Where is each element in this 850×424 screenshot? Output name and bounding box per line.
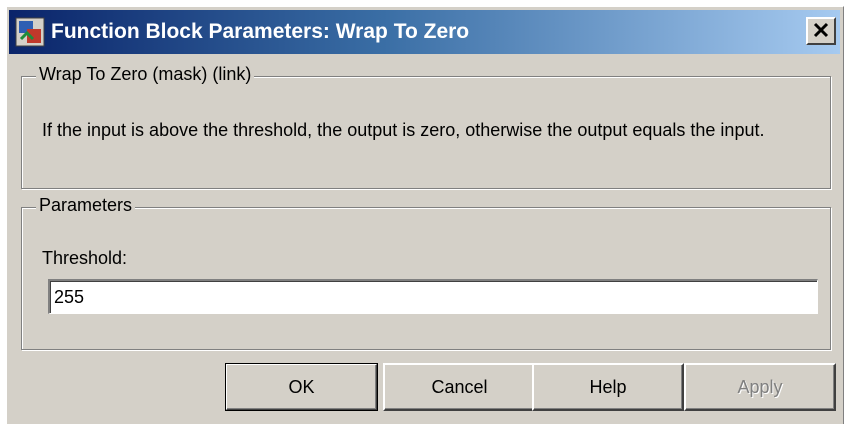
window-title: Function Block Parameters: Wrap To Zero [51,20,470,43]
simulink-block-icon [15,17,45,47]
dialog-window: Function Block Parameters: Wrap To Zero … [6,6,844,424]
title-bar[interactable]: Function Block Parameters: Wrap To Zero [9,10,840,54]
description-group: Wrap To Zero (mask) (link) If the input … [21,64,831,189]
cancel-button[interactable]: Cancel [383,363,536,411]
threshold-input[interactable] [48,279,818,314]
ok-button[interactable]: OK [225,363,378,411]
close-button[interactable] [806,17,836,45]
help-button[interactable]: Help [532,363,684,411]
apply-button[interactable]: Apply [684,363,836,411]
parameters-legend: Parameters [36,195,136,216]
parameters-group: Parameters Threshold: [21,195,831,350]
description-legend: Wrap To Zero (mask) (link) [36,64,255,85]
close-icon [813,20,829,42]
threshold-label: Threshold: [42,248,128,268]
block-description: If the input is above the threshold, the… [42,120,765,140]
